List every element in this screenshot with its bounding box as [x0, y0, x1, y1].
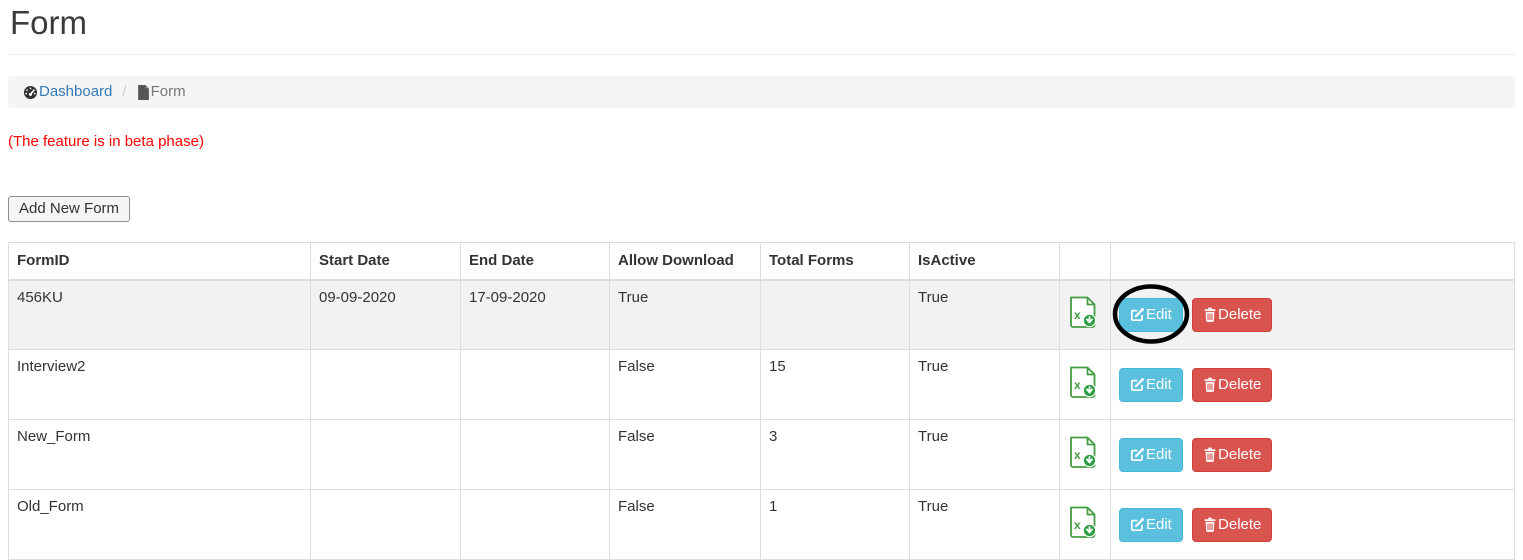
file-icon: [137, 85, 150, 100]
breadcrumb-separator: /: [112, 84, 136, 100]
cell-actions: Edit Delete: [1111, 280, 1515, 350]
delete-button[interactable]: Delete: [1192, 368, 1272, 402]
cell-is-active: True: [910, 280, 1060, 350]
cell-actions: Edit Delete: [1111, 350, 1515, 420]
edit-button[interactable]: Edit: [1119, 298, 1183, 332]
dashboard-icon: [23, 85, 38, 100]
forms-table: FormID Start Date End Date Allow Downloa…: [8, 242, 1515, 560]
delete-button-label: Delete: [1218, 445, 1261, 465]
edit-button[interactable]: Edit: [1119, 368, 1183, 402]
trash-icon: [1203, 517, 1217, 532]
cell-allow-download: False: [610, 490, 761, 560]
page-title: Form: [10, 4, 1515, 42]
breadcrumb-item-form: Form: [137, 84, 186, 100]
edit-icon: [1130, 377, 1145, 392]
cell-total-forms: 1: [761, 490, 910, 560]
svg-text:x: x: [1074, 518, 1081, 532]
header-allow-download: Allow Download: [610, 243, 761, 280]
add-new-form-button[interactable]: Add New Form: [8, 196, 130, 222]
delete-button[interactable]: Delete: [1192, 508, 1272, 542]
delete-button[interactable]: Delete: [1192, 438, 1272, 472]
cell-export: x: [1060, 490, 1111, 560]
table-header-row: FormID Start Date End Date Allow Downloa…: [9, 243, 1515, 280]
beta-phase-notice: (The feature is in beta phase): [8, 133, 1515, 151]
edit-icon: [1130, 447, 1145, 462]
svg-text:x: x: [1074, 378, 1081, 392]
cell-end-date: [461, 350, 610, 420]
trash-icon: [1203, 447, 1217, 462]
edit-button-label: Edit: [1146, 445, 1172, 465]
page-header: Form: [8, 0, 1515, 55]
table-row: New_Form False 3 True x: [9, 420, 1515, 490]
excel-export-icon[interactable]: x: [1068, 506, 1098, 539]
svg-text:x: x: [1074, 308, 1081, 322]
cell-export: x: [1060, 420, 1111, 490]
breadcrumb: Dashboard / Form: [8, 76, 1515, 108]
header-total-forms: Total Forms: [761, 243, 910, 280]
table-row: Old_Form False 1 True x: [9, 490, 1515, 560]
breadcrumb-item-dashboard[interactable]: Dashboard: [23, 84, 112, 100]
table-row: Interview2 False 15 True x: [9, 350, 1515, 420]
header-actions: [1111, 243, 1515, 280]
header-end-date: End Date: [461, 243, 610, 280]
cell-start-date: [311, 420, 461, 490]
cell-export: x: [1060, 350, 1111, 420]
cell-allow-download: False: [610, 350, 761, 420]
edit-icon: [1130, 307, 1145, 322]
cell-allow-download: True: [610, 280, 761, 350]
table-row: 456KU 09-09-2020 17-09-2020 True True x: [9, 280, 1515, 350]
page-container: Form Dashboard /: [8, 0, 1515, 560]
edit-button[interactable]: Edit: [1119, 438, 1183, 472]
header-form-id: FormID: [9, 243, 311, 280]
edit-icon: [1130, 517, 1145, 532]
header-start-date: Start Date: [311, 243, 461, 280]
trash-icon: [1203, 307, 1217, 322]
trash-icon: [1203, 377, 1217, 392]
edit-button-label: Edit: [1146, 515, 1172, 535]
cell-start-date: 09-09-2020: [311, 280, 461, 350]
cell-export: x: [1060, 280, 1111, 350]
cell-form-id: Old_Form: [9, 490, 311, 560]
edit-button-label: Edit: [1146, 305, 1172, 325]
delete-button[interactable]: Delete: [1192, 298, 1272, 332]
cell-start-date: [311, 490, 461, 560]
cell-actions: Edit Delete: [1111, 420, 1515, 490]
cell-start-date: [311, 350, 461, 420]
cell-end-date: [461, 490, 610, 560]
cell-allow-download: False: [610, 420, 761, 490]
delete-button-label: Delete: [1218, 375, 1261, 395]
edit-button-label: Edit: [1146, 375, 1172, 395]
cell-end-date: 17-09-2020: [461, 280, 610, 350]
delete-button-label: Delete: [1218, 305, 1261, 325]
svg-text:x: x: [1074, 448, 1081, 462]
cell-is-active: True: [910, 420, 1060, 490]
cell-end-date: [461, 420, 610, 490]
delete-button-label: Delete: [1218, 515, 1261, 535]
excel-export-icon[interactable]: x: [1068, 296, 1098, 329]
breadcrumb-current-label: Form: [151, 84, 186, 100]
header-export: [1060, 243, 1111, 280]
cell-is-active: True: [910, 350, 1060, 420]
cell-total-forms: [761, 280, 910, 350]
breadcrumb-dashboard-link[interactable]: Dashboard: [39, 84, 112, 100]
header-is-active: IsActive: [910, 243, 1060, 280]
cell-form-id: Interview2: [9, 350, 311, 420]
cell-total-forms: 15: [761, 350, 910, 420]
cell-total-forms: 3: [761, 420, 910, 490]
excel-export-icon[interactable]: x: [1068, 436, 1098, 469]
cell-is-active: True: [910, 490, 1060, 560]
table-body: 456KU 09-09-2020 17-09-2020 True True x: [9, 280, 1515, 560]
cell-form-id: 456KU: [9, 280, 311, 350]
cell-actions: Edit Delete: [1111, 490, 1515, 560]
cell-form-id: New_Form: [9, 420, 311, 490]
excel-export-icon[interactable]: x: [1068, 366, 1098, 399]
edit-button[interactable]: Edit: [1119, 508, 1183, 542]
